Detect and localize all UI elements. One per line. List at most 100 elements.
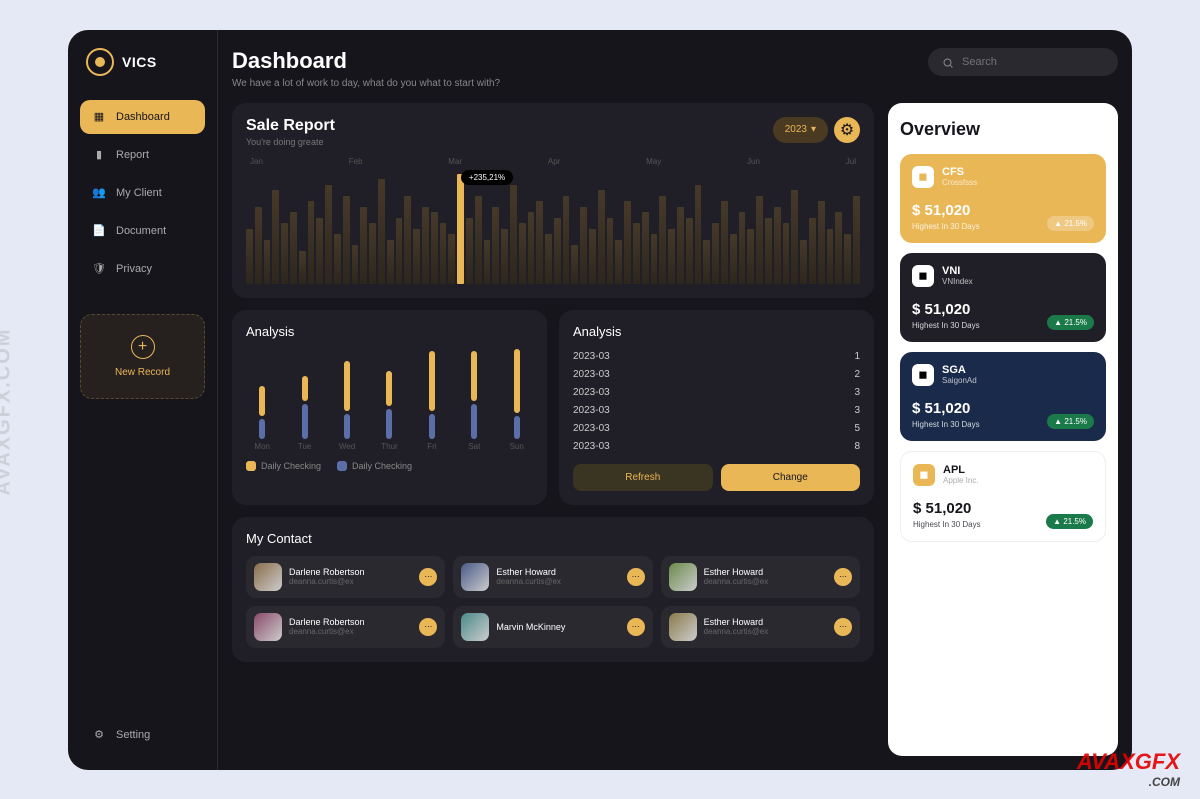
setting-label: Setting: [116, 729, 150, 741]
sale-bar: [642, 212, 649, 284]
analysis-list-card: Analysis 2023-0312023-0322023-0332023-03…: [559, 310, 874, 505]
search-box[interactable]: [928, 48, 1118, 76]
settings-button[interactable]: ⚙: [834, 117, 860, 143]
contact-email: deanna.curtis@ex: [289, 627, 412, 636]
contact-email: deanna.curtis@ex: [496, 577, 619, 586]
sale-bar: [571, 245, 578, 284]
page-title: Dashboard: [232, 48, 500, 74]
sale-bar: [554, 218, 561, 284]
chart-icon: ▮: [92, 148, 106, 162]
sale-bar: [659, 196, 666, 284]
overview-card-vni[interactable]: ◼VNIVNIndex$ 51,020Highest In 30 Days▲ 2…: [900, 253, 1106, 342]
sale-bar: [589, 229, 596, 284]
sale-bar: [739, 212, 746, 284]
message-button[interactable]: ⋯: [419, 568, 437, 586]
contact-item[interactable]: Marvin McKinney⋯: [453, 606, 652, 648]
sidebar-item-document[interactable]: 📄Document: [80, 214, 205, 248]
brand-name: VICS: [122, 54, 157, 70]
analysis-list-title: Analysis: [573, 324, 860, 339]
contact-item[interactable]: Esther Howarddeanna.curtis@ex⋯: [661, 556, 860, 598]
avatar: [669, 613, 697, 641]
contact-item[interactable]: Esther Howarddeanna.curtis@ex⋯: [453, 556, 652, 598]
sale-bar: [703, 240, 710, 284]
left-column: Sale Report You're doing greate 2023 ▾ ⚙: [232, 103, 874, 756]
sale-bar: [519, 223, 526, 284]
sale-bar: [378, 179, 385, 284]
sidebar-item-privacy[interactable]: 🛡Privacy: [80, 252, 205, 286]
year-select[interactable]: 2023 ▾: [773, 117, 828, 143]
grid-icon: ▦: [92, 110, 106, 124]
overview-card-apl[interactable]: ◼APLApple Inc.$ 51,020Highest In 30 Days…: [900, 451, 1106, 542]
sale-bar: [325, 185, 332, 284]
overview-card-cfs[interactable]: ◼CFSCrossfsss$ 51,020Highest In 30 Days▲…: [900, 154, 1106, 243]
day-column: Fri: [416, 349, 448, 451]
sidebar-item-label: My Client: [116, 187, 162, 199]
setting-link[interactable]: ⚙ Setting: [80, 718, 205, 752]
stock-icon: ◼: [912, 265, 934, 287]
contact-item[interactable]: Esther Howarddeanna.curtis@ex ⋯: [661, 606, 860, 648]
analysis-row: 2023-033: [573, 405, 860, 416]
watermark-side: AVAXGFX.COM: [0, 327, 15, 495]
avatar: [461, 563, 489, 591]
stock-code: SGA: [942, 364, 977, 376]
users-icon: 👥: [92, 186, 106, 200]
sale-bar: [457, 174, 464, 284]
refresh-button[interactable]: Refresh: [573, 464, 713, 491]
sale-bar: [404, 196, 411, 284]
contact-item[interactable]: Darlene Robertsondeanna.curtis@ex⋯: [246, 556, 445, 598]
stock-high-label: Highest In 30 Days: [912, 222, 980, 231]
logo: VICS: [80, 48, 205, 76]
sidebar-item-report[interactable]: ▮ Report: [80, 138, 205, 172]
overview-title: Overview: [900, 119, 1106, 140]
day-column: Wed: [331, 349, 363, 451]
day-column: Sun: [501, 349, 533, 451]
sidebar-item-dashboard[interactable]: ▦ Dashboard: [80, 100, 205, 134]
sale-bar: [272, 190, 279, 284]
page-subtitle: We have a lot of work to day, what do yo…: [232, 78, 500, 89]
sale-bar: [422, 207, 429, 284]
change-button[interactable]: Change: [721, 464, 861, 491]
message-button[interactable]: ⋯: [834, 568, 852, 586]
analysis-row: 2023-033: [573, 387, 860, 398]
new-record-label: New Record: [115, 367, 170, 378]
sale-bar: [360, 207, 367, 284]
analysis-row: 2023-031: [573, 351, 860, 362]
sidebar-item-label: Report: [116, 149, 149, 161]
sidebar-item-label: Dashboard: [116, 111, 170, 123]
message-button[interactable]: ⋯: [419, 618, 437, 636]
change-badge: ▲ 21.5%: [1047, 315, 1094, 330]
contact-name: Esther Howard: [704, 617, 827, 627]
sale-bar: [668, 229, 675, 284]
sale-bar: [598, 190, 605, 284]
message-button[interactable]: ⋯: [627, 568, 645, 586]
sidebar: VICS ▦ Dashboard ▮ Report 👥 My Client 📄Documen…: [68, 30, 218, 770]
stock-high-label: Highest In 30 Days: [913, 520, 981, 529]
sale-bar: [475, 196, 482, 284]
contacts-card: My Contact Darlene Robertsondeanna.curti…: [232, 517, 874, 662]
sale-bar: [510, 185, 517, 284]
message-button[interactable]: ⋯: [834, 618, 852, 636]
stock-value: $ 51,020: [912, 301, 980, 318]
sale-bar: [290, 212, 297, 284]
sale-bar: [844, 234, 851, 284]
new-record-button[interactable]: + New Record: [80, 314, 205, 399]
sale-bar: [484, 240, 491, 284]
avatar: [254, 563, 282, 591]
logo-icon: [86, 48, 114, 76]
message-button[interactable]: ⋯: [627, 618, 645, 636]
contact-email: deanna.curtis@ex: [704, 627, 827, 636]
sale-bar: [677, 207, 684, 284]
sale-bar: [765, 218, 772, 284]
stock-value: $ 51,020: [913, 500, 981, 517]
sidebar-item-my-client[interactable]: 👥 My Client: [80, 176, 205, 210]
search-input[interactable]: [962, 56, 1104, 68]
contact-item[interactable]: Darlene Robertsondeanna.curtis@ex⋯: [246, 606, 445, 648]
sale-bar: [545, 234, 552, 284]
chart-tooltip: +235,21%: [461, 170, 513, 185]
sale-bar: [580, 207, 587, 284]
overview-card-sga[interactable]: ◼SGASaigonAd$ 51,020Highest In 30 Days▲ …: [900, 352, 1106, 441]
main: Dashboard We have a lot of work to day, …: [218, 30, 1132, 770]
content: Sale Report You're doing greate 2023 ▾ ⚙: [232, 103, 1118, 756]
stock-code: VNI: [942, 265, 973, 277]
analysis-chart-card: Analysis MonTueWedThurFriSatSun Daily Ch…: [232, 310, 547, 505]
